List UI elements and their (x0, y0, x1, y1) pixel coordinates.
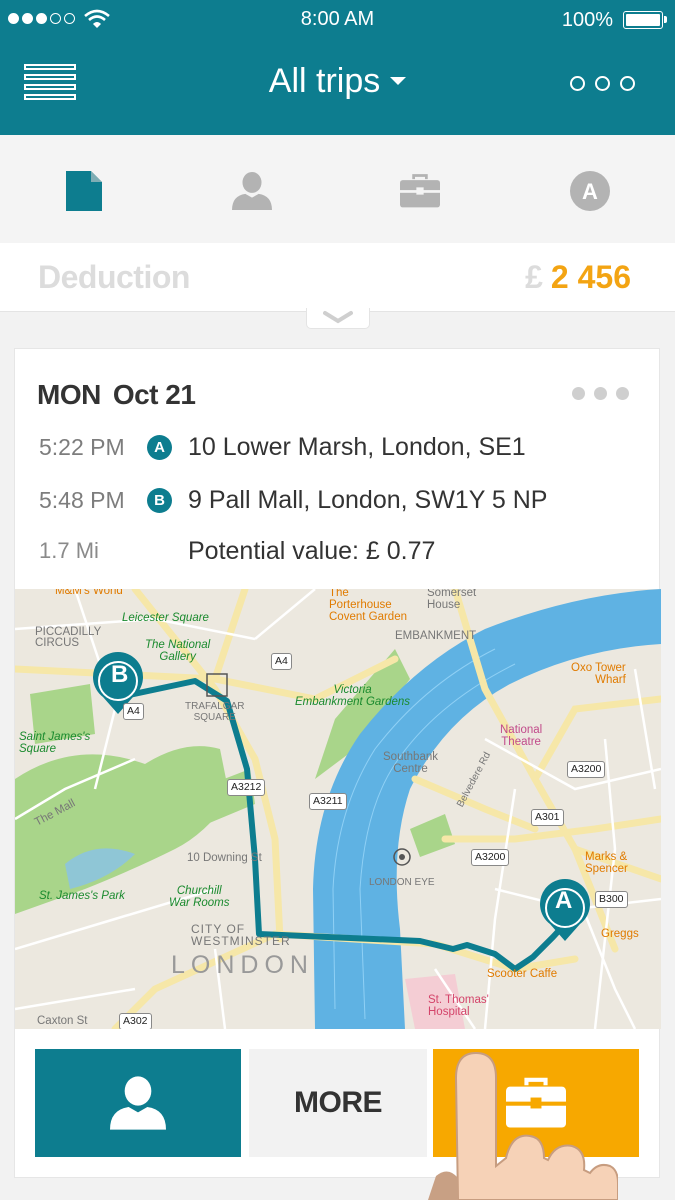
road-a3211: A3211 (309, 793, 347, 810)
battery-icon (623, 11, 667, 29)
road-b300: B300 (595, 891, 628, 908)
top-bar: 8:00 AM 100% All trips (0, 0, 675, 135)
map-label-piccadilly: PICCADILLY CIRCUS (35, 626, 102, 649)
map-label-westminster: CITY OF WESTMINSTER (191, 922, 291, 948)
trip-start-row: 5:22 PM A 10 Lower Marsh, London, SE1 (39, 427, 526, 467)
start-marker-icon: A (147, 434, 172, 460)
card-more-icon[interactable] (572, 387, 629, 400)
map-label-stjpark: St. James's Park (39, 890, 125, 902)
currency-symbol: £ (525, 259, 543, 295)
map-label-southbank: Southbank Centre (383, 751, 438, 775)
start-address: 10 Lower Marsh, London, SE1 (188, 432, 526, 461)
trip-day-date: Oct 21 (112, 379, 196, 410)
map-label-thomas: St. Thomas' Hospital (428, 994, 489, 1018)
status-bar: 8:00 AM 100% (0, 0, 675, 40)
category-tabs: A (0, 135, 675, 243)
map-label-churchill: Churchill War Rooms (169, 885, 230, 909)
personal-trip-button[interactable] (35, 1049, 241, 1157)
road-a301: A301 (531, 809, 564, 826)
battery-percent: 100% (561, 9, 613, 31)
trip-value-row: 1.7 Mi Potential value: £ 0.77 (39, 531, 435, 571)
deduction-summary: Deduction £2 456 (0, 243, 675, 312)
person-icon[interactable] (232, 171, 272, 211)
road-a3200-east: A3200 (567, 761, 606, 778)
end-marker-icon: B (147, 487, 172, 513)
road-a302: A302 (119, 1013, 152, 1029)
deduction-label: Deduction (38, 259, 190, 295)
pull-down-handle[interactable] (306, 308, 370, 329)
road-a3212: A3212 (227, 779, 266, 796)
map-label-leicester: Leicester Square (122, 612, 209, 624)
map-label-porterhouse: The Porterhouse Covent Garden (329, 589, 407, 623)
document-icon[interactable] (64, 171, 104, 211)
more-icon[interactable] (570, 76, 635, 91)
map-label-greggs: Greggs (601, 928, 639, 940)
map-label-oxo: Oxo Tower Wharf (571, 662, 626, 686)
trip-end-row: 5:48 PM B 9 Pall Mall, London, SW1Y 5 NP (39, 480, 547, 520)
end-address: 9 Pall Mall, London, SW1Y 5 NP (188, 485, 548, 514)
map-start-marker-label: A (555, 887, 573, 914)
briefcase-icon[interactable] (400, 171, 440, 211)
map-label-national-theatre: National Theatre (500, 724, 543, 748)
map-label-victoria: Victoria Embankment Gardens (295, 684, 411, 708)
chevron-down-icon (323, 311, 353, 324)
tapping-hand-icon (428, 1051, 618, 1200)
map-label-mm: M&M's World (55, 589, 123, 597)
map-label-gallery: The National Gallery (145, 639, 211, 663)
amount-value: 2 456 (550, 259, 631, 295)
trip-day: MON (37, 379, 101, 410)
potential-value: Potential value: £ 0.77 (188, 536, 436, 565)
more-button[interactable]: MORE (249, 1049, 427, 1157)
map-label-marks: Marks & Spencer (585, 851, 628, 875)
map-label-stjsquare: Saint James's Square (19, 731, 91, 755)
trip-date: MON Oct 21 (37, 379, 207, 411)
person-icon (110, 1076, 166, 1130)
road-a4: A4 (271, 653, 292, 670)
auto-icon[interactable]: A (570, 171, 610, 211)
map-label-london-eye: LONDON EYE (369, 877, 435, 888)
map-label-downing: 10 Downing St (187, 852, 262, 864)
map-label-scooter: Scooter Caffe (487, 968, 558, 980)
map-label-caxton: Caxton St (37, 1015, 88, 1027)
start-time: 5:22 PM (39, 433, 125, 460)
nav-title: All trips (268, 62, 381, 100)
caret-down-icon (390, 77, 407, 86)
svg-text:A: A (582, 179, 598, 204)
trip-distance: 1.7 Mi (39, 538, 99, 563)
map-label-somerset: Somerset House (427, 589, 477, 611)
map-end-marker-label: B (111, 661, 129, 688)
road-a3200: A3200 (471, 849, 510, 866)
route-map[interactable]: B A M&M's World PICCADILLY CIRCUS Leices… (15, 589, 661, 1029)
road-a4-west: A4 (123, 703, 144, 720)
end-time: 5:48 PM (39, 486, 125, 513)
map-label-london: LONDON (171, 951, 314, 979)
deduction-amount: £2 456 (525, 259, 631, 296)
map-label-trafalgar: TRAFALGAR SQUARE (185, 701, 245, 723)
map-label-embankment: EMBANKMENT (395, 630, 477, 642)
